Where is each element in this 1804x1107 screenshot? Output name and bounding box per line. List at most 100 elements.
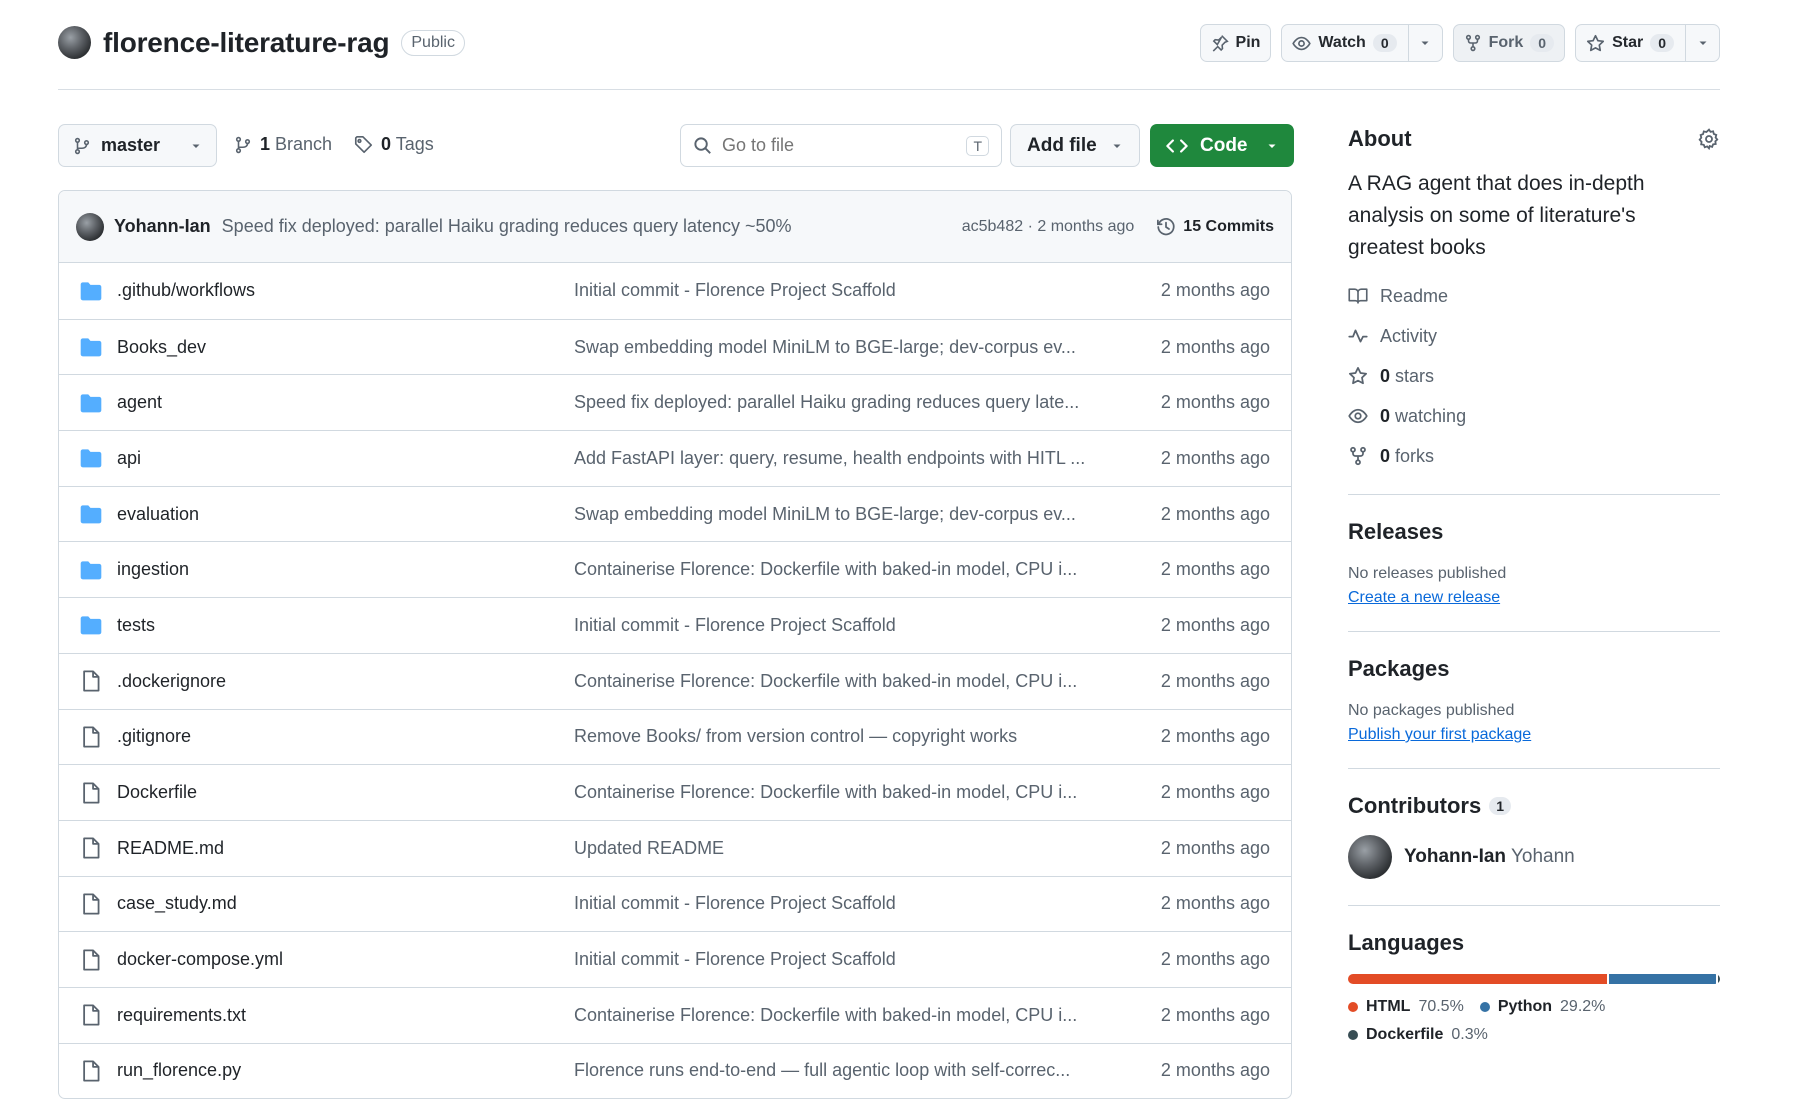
language-percent: 29.2%: [1560, 998, 1606, 1015]
file-commit-message[interactable]: Initial commit - Florence Project Scaffo…: [574, 280, 1104, 301]
readme-link[interactable]: Readme: [1348, 276, 1720, 316]
branch-select-button[interactable]: master: [58, 124, 217, 167]
file-commit-date: 2 months ago: [1160, 503, 1270, 524]
branch-icon: [234, 136, 252, 154]
eye-icon: [1348, 406, 1368, 426]
publish-package-link[interactable]: Publish your first package: [1348, 726, 1720, 744]
owner-avatar[interactable]: [58, 26, 91, 59]
file-name[interactable]: .github/workflows: [117, 280, 255, 301]
language-bar: [1348, 974, 1720, 984]
file-commit-message[interactable]: Updated README: [574, 838, 1104, 859]
commit-author[interactable]: Yohann-Ian: [114, 216, 211, 237]
fork-button[interactable]: Fork 0: [1452, 24, 1566, 62]
file-row[interactable]: evaluation Swap embedding model MiniLM to…: [59, 485, 1291, 542]
pin-button[interactable]: Pin: [1199, 24, 1272, 62]
file-name[interactable]: Dockerfile: [117, 782, 197, 803]
language-name: Python: [1497, 998, 1553, 1015]
file-name[interactable]: .gitignore: [117, 726, 191, 747]
file-row[interactable]: tests Initial commit - Florence Project S…: [59, 597, 1291, 653]
file-row[interactable]: .gitignore Remove Books/ from version con…: [59, 708, 1291, 765]
watch-button[interactable]: Watch 0: [1281, 24, 1443, 62]
contributors-title[interactable]: Contributors: [1348, 793, 1481, 819]
contributor-name: Yohann: [1510, 846, 1575, 867]
file-row[interactable]: api Add FastAPI layer: query, resume, hea…: [59, 430, 1291, 486]
packages-empty-text: No packages published: [1348, 702, 1515, 719]
file-name[interactable]: ingestion: [117, 559, 189, 580]
languages-title: Languages: [1348, 930, 1465, 955]
file-name[interactable]: api: [117, 448, 141, 469]
contributor-login[interactable]: Yohann-Ian: [1404, 846, 1506, 867]
file-commit-date: 2 months ago: [1160, 1004, 1270, 1025]
watching-link[interactable]: 0 watching: [1348, 396, 1720, 436]
file-row[interactable]: docker-compose.yml Initial commit - Flore…: [59, 931, 1291, 987]
file-name[interactable]: README.md: [117, 838, 224, 859]
file-commit-message[interactable]: Florence runs end-to-end — full agentic …: [574, 1060, 1104, 1081]
file-commit-message[interactable]: Containerise Florence: Dockerfile with b…: [574, 671, 1104, 692]
chevron-down-icon[interactable]: [1685, 25, 1719, 61]
folder-icon: [80, 615, 102, 635]
file-commit-message[interactable]: Initial commit - Florence Project Scaffo…: [574, 893, 1104, 914]
file-row[interactable]: requirements.txt Containerise Florence: D…: [59, 986, 1291, 1043]
file-commit-date: 2 months ago: [1160, 447, 1270, 468]
add-file-button[interactable]: Add file: [1010, 124, 1140, 167]
code-button[interactable]: Code: [1150, 124, 1294, 167]
releases-title[interactable]: Releases: [1348, 519, 1720, 545]
watch-count: 0: [1372, 34, 1397, 52]
file-name[interactable]: .dockerignore: [117, 671, 226, 692]
chevron-down-icon[interactable]: [1407, 25, 1442, 61]
language-percent: 0.3%: [1451, 1026, 1488, 1043]
go-to-file-search[interactable]: T: [680, 124, 1002, 167]
file-commit-message[interactable]: Remove Books/ from version control — cop…: [574, 726, 1104, 747]
commit-hash-and-time[interactable]: ac5b482 · 2 months ago: [962, 218, 1135, 236]
repo-name[interactable]: florence-literature-rag: [103, 27, 390, 59]
commits-history-link[interactable]: 15 Commits: [1156, 217, 1274, 237]
branch-name: master: [101, 135, 161, 155]
file-commit-message[interactable]: Initial commit - Florence Project Scaffo…: [574, 949, 1104, 970]
file-commit-message[interactable]: Initial commit - Florence Project Scaffo…: [574, 615, 1104, 636]
language-item[interactable]: Python 29.2%: [1479, 998, 1606, 1016]
tags-link[interactable]: 0 Tags: [354, 134, 434, 155]
file-row[interactable]: .github/workflows Initial commit - Floren…: [59, 263, 1291, 319]
file-table: Yohann-Ian Speed fix deployed: parallel …: [58, 190, 1292, 1100]
stars-link[interactable]: 0 stars: [1348, 356, 1720, 396]
file-name[interactable]: tests: [117, 615, 155, 636]
star-button[interactable]: Star 0: [1575, 24, 1720, 62]
contributor-item[interactable]: Yohann-Ian Yohann: [1348, 835, 1720, 879]
star-icon: [1586, 34, 1605, 53]
contributor-avatar[interactable]: [1348, 835, 1392, 879]
gear-icon[interactable]: [1698, 128, 1720, 150]
file-commit-message[interactable]: Swap embedding model MiniLM to BGE-large…: [574, 504, 1104, 525]
file-commit-message[interactable]: Swap embedding model MiniLM to BGE-large…: [574, 337, 1104, 358]
file-name[interactable]: Books_dev: [117, 337, 206, 358]
file-row[interactable]: .dockerignore Containerise Florence: Dock…: [59, 652, 1291, 709]
file-row[interactable]: run_florence.py Florence runs end-to-end …: [59, 1042, 1291, 1099]
file-name[interactable]: case_study.md: [117, 893, 237, 914]
file-commit-message[interactable]: Containerise Florence: Dockerfile with b…: [574, 559, 1104, 580]
file-row[interactable]: ingestion Containerise Florence: Dockerfi…: [59, 541, 1291, 597]
language-item[interactable]: Dockerfile 0.3%: [1348, 1026, 1488, 1044]
file-commit-message[interactable]: Add FastAPI layer: query, resume, health…: [574, 448, 1104, 469]
file-name[interactable]: run_florence.py: [117, 1060, 241, 1081]
go-to-file-input[interactable]: [722, 135, 957, 156]
activity-link[interactable]: Activity: [1348, 316, 1720, 356]
language-item[interactable]: HTML 70.5%: [1348, 998, 1464, 1016]
file-name[interactable]: requirements.txt: [117, 1005, 246, 1026]
file-row[interactable]: README.md Updated README 2 months ago: [59, 819, 1291, 876]
file-commit-message[interactable]: Containerise Florence: Dockerfile with b…: [574, 1005, 1104, 1026]
file-row[interactable]: case_study.md Initial commit - Florence P…: [59, 875, 1291, 932]
file-row[interactable]: Dockerfile Containerise Florence: Dockerf…: [59, 764, 1291, 820]
star-icon: [1348, 366, 1368, 386]
file-commit-message[interactable]: Speed fix deployed: parallel Haiku gradi…: [574, 392, 1104, 413]
commit-message[interactable]: Speed fix deployed: parallel Haiku gradi…: [222, 216, 792, 237]
file-name[interactable]: evaluation: [117, 504, 199, 525]
forks-link[interactable]: 0 forks: [1348, 436, 1720, 476]
file-commit-message[interactable]: Containerise Florence: Dockerfile with b…: [574, 782, 1104, 803]
file-row[interactable]: Books_dev Swap embedding model MiniLM to …: [59, 318, 1291, 375]
packages-title[interactable]: Packages: [1348, 656, 1720, 682]
create-release-link[interactable]: Create a new release: [1348, 589, 1720, 607]
file-name[interactable]: docker-compose.yml: [117, 949, 283, 970]
file-row[interactable]: agent Speed fix deployed: parallel Haiku …: [59, 374, 1291, 430]
file-name[interactable]: agent: [117, 392, 162, 413]
branches-link[interactable]: 1 Branch: [234, 134, 332, 155]
commit-author-avatar[interactable]: [76, 212, 104, 241]
